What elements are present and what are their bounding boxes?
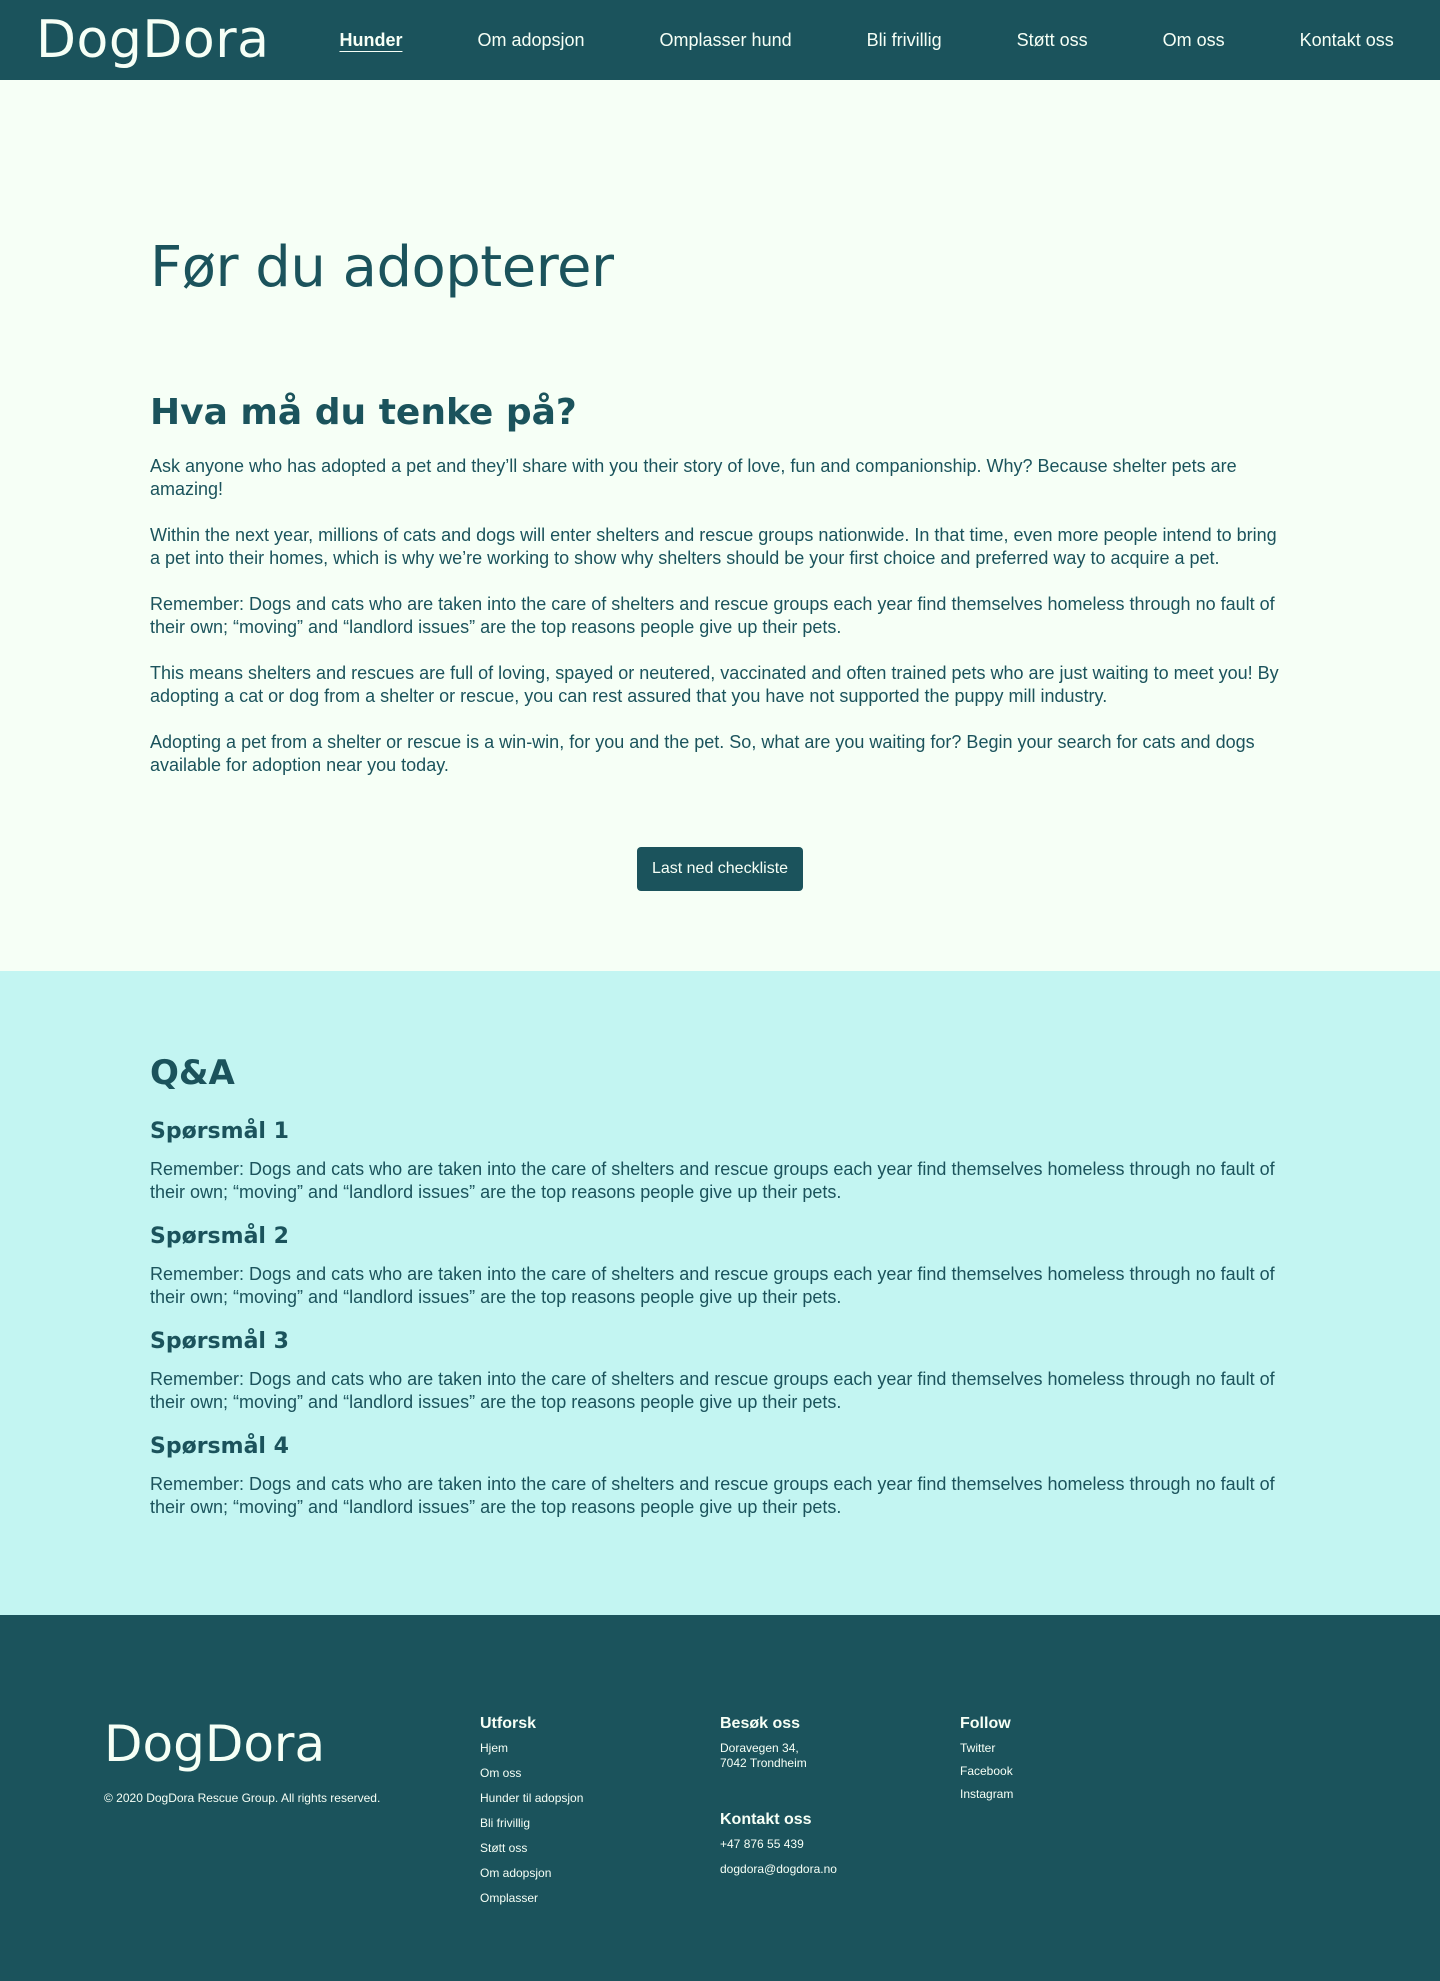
nav-link-bli-frivillig[interactable]: Bli frivillig [867, 30, 942, 51]
page-title: Før du adopterer [150, 235, 614, 300]
qa-item: Spørsmål 4 Remember: Dogs and cats who a… [150, 1434, 1290, 1519]
intro-paragraph: This means shelters and rescues are full… [150, 663, 1279, 706]
footer-link-hjem[interactable]: Hjem [480, 1741, 720, 1756]
footer-link-om-oss[interactable]: Om oss [480, 1766, 720, 1781]
footer-link-twitter[interactable]: Twitter [960, 1741, 1200, 1756]
download-checklist-button[interactable]: Last ned checkliste [637, 847, 803, 891]
qa-answer: Remember: Dogs and cats who are taken in… [150, 1264, 1275, 1307]
footer-link-om-adopsjon[interactable]: Om adopsjon [480, 1866, 720, 1881]
site-logo[interactable]: DogDora [36, 14, 269, 66]
qa-answer: Remember: Dogs and cats who are taken in… [150, 1369, 1275, 1412]
nav-link-kontakt-oss[interactable]: Kontakt oss [1300, 30, 1394, 51]
footer-visit-heading: Besøk oss [720, 1715, 801, 1732]
nav-link-om-adopsjon[interactable]: Om adopsjon [477, 30, 584, 51]
footer-follow-column: Follow Twitter Facebook Instagram [960, 1715, 1200, 1981]
main-content: Før du adopterer Hva må du tenke på? Ask… [0, 80, 1440, 971]
intro-paragraph: Ask anyone who has adopted a pet and the… [150, 456, 1237, 499]
qa-question: Spørsmål 2 [150, 1224, 289, 1249]
footer-explore-heading: Utforsk [480, 1715, 537, 1732]
footer-logo[interactable]: DogDora [104, 1719, 480, 1769]
intro-paragraph: Within the next year, millions of cats a… [150, 525, 1277, 568]
nav-link-stott-oss[interactable]: Støtt oss [1017, 30, 1088, 51]
footer-contact-heading: Kontakt oss [720, 1811, 812, 1828]
footer-link-omplasser[interactable]: Omplasser [480, 1891, 720, 1906]
button-container: Last ned checkliste [150, 847, 1290, 891]
copyright-text: © 2020 DogDora Rescue Group. All rights … [104, 1791, 381, 1805]
main-nav: Hunder Om adopsjon Omplasser hund Bli fr… [339, 30, 1393, 51]
qa-question: Spørsmål 1 [150, 1119, 289, 1144]
nav-link-omplasser-hund[interactable]: Omplasser hund [660, 30, 792, 51]
footer-link-hunder-til-adopsjon[interactable]: Hunder til adopsjon [480, 1791, 720, 1806]
qa-item: Spørsmål 1 Remember: Dogs and cats who a… [150, 1119, 1290, 1204]
footer-link-facebook[interactable]: Facebook [960, 1764, 1200, 1779]
qa-item: Spørsmål 2 Remember: Dogs and cats who a… [150, 1224, 1290, 1309]
footer-link-stott-oss[interactable]: Støtt oss [480, 1841, 720, 1856]
qa-title: Q&A [150, 1053, 235, 1093]
footer-visit-column: Besøk oss Doravegen 34, 7042 Trondheim K… [720, 1715, 960, 1981]
email-link[interactable]: dogdora@dogdora.no [720, 1862, 960, 1877]
site-footer: DogDora © 2020 DogDora Rescue Group. All… [0, 1615, 1440, 1981]
address-line: 7042 Trondheim [720, 1756, 807, 1770]
footer-link-bli-frivillig[interactable]: Bli frivillig [480, 1816, 720, 1831]
address-line: Doravegen 34, [720, 1741, 799, 1755]
footer-follow-heading: Follow [960, 1715, 1011, 1732]
qa-item: Spørsmål 3 Remember: Dogs and cats who a… [150, 1329, 1290, 1414]
intro-paragraph: Remember: Dogs and cats who are taken in… [150, 594, 1275, 637]
phone-link[interactable]: +47 876 55 439 [720, 1837, 960, 1852]
qa-answer: Remember: Dogs and cats who are taken in… [150, 1159, 1275, 1202]
top-navbar: DogDora Hunder Om adopsjon Omplasser hun… [0, 0, 1440, 80]
qa-section: Q&A Spørsmål 1 Remember: Dogs and cats w… [0, 971, 1440, 1615]
qa-question: Spørsmål 3 [150, 1329, 289, 1354]
qa-question: Spørsmål 4 [150, 1434, 289, 1459]
qa-answer: Remember: Dogs and cats who are taken in… [150, 1474, 1275, 1517]
intro-paragraph: Adopting a pet from a shelter or rescue … [150, 732, 1255, 775]
footer-explore-column: Utforsk Hjem Om oss Hunder til adopsjon … [480, 1715, 720, 1981]
footer-link-instagram[interactable]: Instagram [960, 1787, 1200, 1802]
nav-link-hunder[interactable]: Hunder [339, 30, 402, 51]
nav-link-om-oss[interactable]: Om oss [1163, 30, 1225, 51]
section-title: Hva må du tenke på? [150, 392, 577, 433]
footer-brand: DogDora © 2020 DogDora Rescue Group. All… [104, 1715, 480, 1981]
